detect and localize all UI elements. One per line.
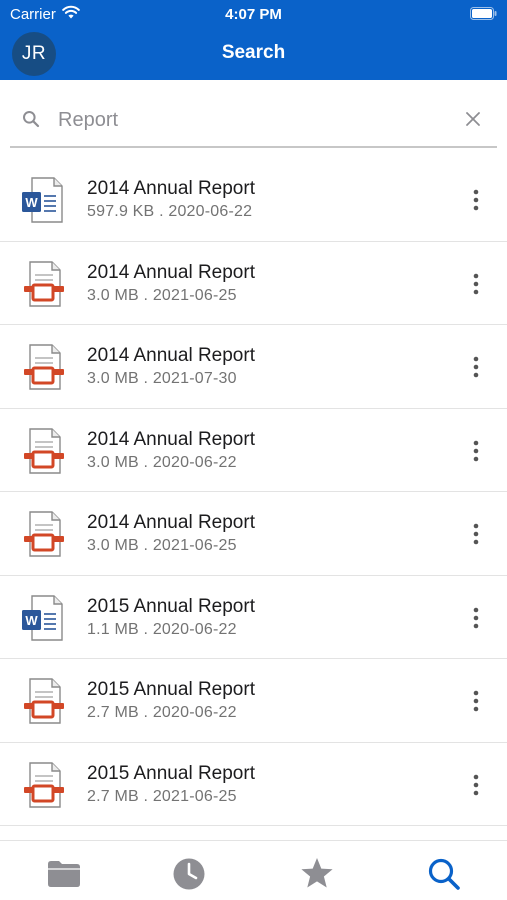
tab-favorites[interactable] — [299, 856, 335, 892]
file-row[interactable]: W 2014 Annual Report 597.9 KB . 2020-06-22 — [0, 158, 507, 242]
file-row[interactable]: 2015 Annual Report 2.7 MB . 2020-06-22 — [0, 659, 507, 743]
presentation-document-icon — [20, 677, 66, 725]
app-screen: Carrier 4:07 PM JR Search Report W 2014 … — [0, 0, 507, 900]
file-meta: 2.7 MB . 2020-06-22 — [87, 704, 237, 721]
file-name: 2015 Annual Report — [87, 679, 255, 700]
file-name: 2014 Annual Report — [87, 512, 255, 533]
more-options-icon[interactable] — [466, 606, 486, 630]
file-row[interactable]: 2015 Annual Report 2.7 MB . 2021-06-25 — [0, 743, 507, 826]
more-options-icon[interactable] — [466, 439, 486, 463]
file-list: W 2014 Annual Report 597.9 KB . 2020-06-22… — [0, 158, 507, 840]
word-document-icon: W — [20, 594, 66, 642]
file-name: 2014 Annual Report — [87, 345, 255, 366]
file-name: 2014 Annual Report — [87, 178, 255, 199]
more-options-icon[interactable] — [466, 773, 486, 797]
clock-icon — [173, 858, 205, 890]
more-options-icon[interactable] — [466, 272, 486, 296]
file-meta: 3.0 MB . 2021-06-25 — [87, 286, 237, 304]
search-input[interactable] — [58, 102, 438, 138]
more-options-icon[interactable] — [466, 689, 486, 713]
file-row[interactable]: W 2015 Annual Report 1.1 MB . 2020-06-22 — [0, 576, 507, 659]
word-document-icon: W — [20, 176, 66, 224]
status-time: 4:07 PM — [225, 6, 282, 23]
header: Carrier 4:07 PM JR Search — [0, 0, 507, 80]
file-meta: 3.0 MB . 2021-06-25 — [87, 537, 237, 554]
more-options-icon[interactable] — [466, 188, 486, 212]
file-name: 2014 Annual Report — [87, 261, 255, 283]
presentation-document-icon — [20, 260, 66, 308]
tab-bar — [0, 840, 507, 900]
file-name: 2015 Annual Report — [87, 595, 255, 617]
presentation-document-icon — [20, 761, 66, 809]
search-icon — [23, 111, 40, 128]
file-meta: 597.9 KB . 2020-06-22 — [87, 203, 253, 220]
file-row[interactable]: 2014 Annual Report 3.0 MB . 2021-07-30 — [0, 325, 507, 409]
presentation-document-icon — [20, 343, 66, 391]
search-icon — [428, 858, 460, 890]
file-row[interactable]: 2014 Annual Report 3.0 MB . 2020-06-22 — [0, 409, 507, 492]
tab-recent[interactable] — [171, 856, 207, 892]
search-bar — [10, 92, 497, 148]
battery-icon — [470, 7, 497, 20]
tab-search[interactable] — [426, 856, 462, 892]
status-bar: Carrier 4:07 PM — [0, 0, 507, 28]
nav-bar: JR Search — [0, 28, 507, 80]
presentation-document-icon — [20, 510, 66, 558]
folder-icon — [48, 861, 80, 887]
file-row[interactable]: 2014 Annual Report 3.0 MB . 2021-06-25 — [0, 242, 507, 325]
svg-text:W: W — [25, 195, 38, 210]
file-meta: 2.7 MB . 2021-06-25 — [87, 787, 237, 805]
file-name: 2014 Annual Report — [87, 428, 255, 450]
tab-files[interactable] — [46, 856, 82, 892]
file-meta: 1.1 MB . 2020-06-22 — [87, 620, 237, 638]
close-icon[interactable] — [463, 109, 483, 129]
file-meta: 3.0 MB . 2021-07-30 — [87, 370, 237, 387]
file-row[interactable]: 2014 Annual Report 3.0 MB . 2021-06-25 — [0, 492, 507, 576]
file-meta: 3.0 MB . 2020-06-22 — [87, 453, 237, 471]
page-title: Search — [221, 42, 286, 63]
file-name: 2015 Annual Report — [87, 762, 255, 784]
presentation-document-icon — [20, 427, 66, 475]
more-options-icon[interactable] — [466, 522, 486, 546]
svg-text:W: W — [25, 613, 38, 628]
star-icon — [301, 858, 333, 888]
more-options-icon[interactable] — [466, 355, 486, 379]
